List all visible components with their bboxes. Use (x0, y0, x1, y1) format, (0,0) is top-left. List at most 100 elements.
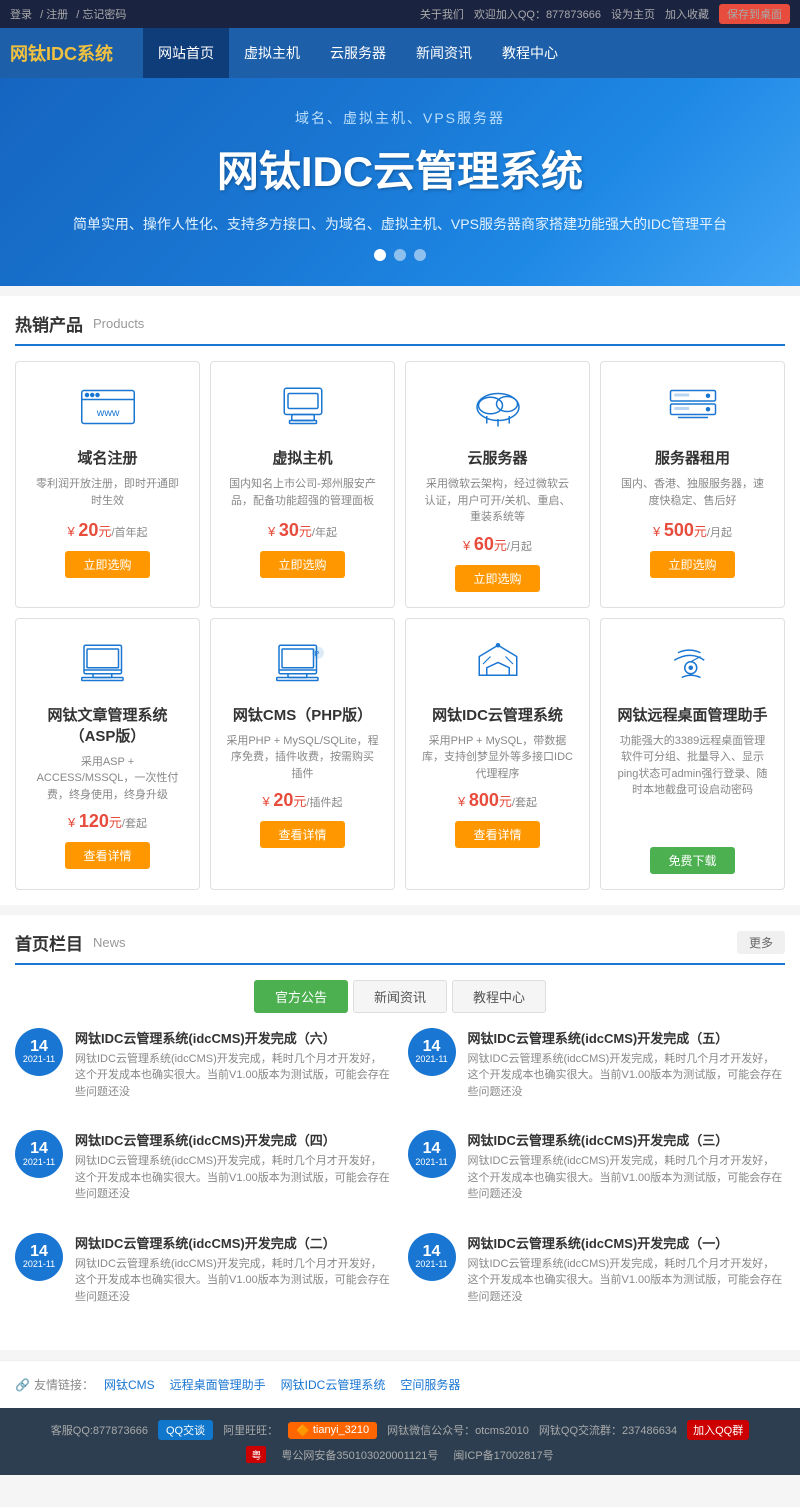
server-icon (658, 377, 728, 437)
qq-group-info: 网钛QQ交流群：237486634 (539, 1422, 677, 1438)
news-item-1: 14 2021-11 网钛IDC云管理系统(idcCMS)开发完成（六） 网钛I… (15, 1028, 393, 1101)
nav-home[interactable]: 网站首页 (143, 28, 229, 78)
cloud-buy-btn[interactable]: 立即选购 (455, 565, 539, 592)
hot-products-subtitle: Products (93, 316, 144, 331)
nav-tutorial[interactable]: 教程中心 (487, 28, 573, 78)
news-title-5[interactable]: 网钛IDC云管理系统(idcCMS)开发完成（二） (75, 1233, 393, 1252)
join-qq-text: 欢迎加入QQ：877873666 (474, 6, 601, 22)
join-qq-btn[interactable]: 加入QQ群 (687, 1420, 749, 1440)
friend-link-space[interactable]: 空间服务器 (400, 1376, 460, 1393)
save-desktop-link[interactable]: 保存到桌面 (719, 4, 790, 24)
tab-news[interactable]: 新闻资讯 (353, 980, 447, 1013)
product-idc-sys: 网钛IDC云管理系统 采用PHP + MySQL，带数据库，支持创梦显外等多接口… (405, 618, 590, 890)
news-title: 首页栏目 (15, 930, 83, 955)
top-bar: 登录 / 注册 / 忘记密码 关于我们 欢迎加入QQ：877873666 设为主… (0, 0, 800, 28)
cloud-name: 云服务器 (421, 447, 574, 468)
link-chain-icon: 🔗 (15, 1378, 30, 1392)
banner-subtitle: 域名、虚拟主机、VPS服务器 (20, 108, 780, 128)
news-yearmonth-6: 2021-11 (415, 1260, 447, 1270)
icp-shield-icon: 粤 (246, 1446, 266, 1463)
php-cms-detail-btn[interactable]: 查看详情 (260, 821, 344, 848)
friend-link-remote[interactable]: 远程桌面管理助手 (170, 1376, 266, 1393)
news-yearmonth-2: 2021-11 (415, 1055, 447, 1065)
news-day-1: 14 (30, 1038, 48, 1056)
aliyun-name[interactable]: 🔶 tianyi_3210 (288, 1422, 377, 1439)
idc-sys-detail-btn[interactable]: 查看详情 (455, 821, 539, 848)
bottom-bar: 客服QQ:877873666 QQ交谈 阿里旺旺： 🔶 tianyi_3210 … (0, 1408, 800, 1475)
news-item-4: 14 2021-11 网钛IDC云管理系统(idcCMS)开发完成（三） 网钛I… (408, 1130, 786, 1203)
icp2-text: 闽ICP备17002817号 (453, 1447, 553, 1463)
friend-link-idc[interactable]: 网钛IDC云管理系统 (281, 1376, 386, 1393)
server-buy-btn[interactable]: 立即选购 (650, 551, 734, 578)
products-row2: 网钛文章管理系统（ASP版） 采用ASP + ACCESS/MSSQL，一次性付… (15, 618, 785, 890)
php-cms-name: 网钛CMS（PHP版） (226, 704, 379, 725)
banner-dot-3[interactable] (414, 249, 426, 261)
svg-text:www: www (95, 407, 119, 419)
tab-tutorial[interactable]: 教程中心 (452, 980, 546, 1013)
news-excerpt-5: 网钛IDC云管理系统(idcCMS)开发完成，耗时几个月才开发好，这个开发成本也… (75, 1256, 393, 1306)
idc-sys-price: ¥ 800元/套起 (421, 790, 574, 811)
news-title-1[interactable]: 网钛IDC云管理系统(idcCMS)开发完成（六） (75, 1028, 393, 1047)
remote-free-btn[interactable]: 免费下载 (650, 847, 734, 874)
add-fav-link[interactable]: 加入收藏 (665, 6, 709, 22)
news-yearmonth-1: 2021-11 (23, 1055, 55, 1065)
news-excerpt-6: 网钛IDC云管理系统(idcCMS)开发完成，耗时几个月才开发好，这个开发成本也… (468, 1256, 786, 1306)
bottom-bar-row1: 客服QQ:877873666 QQ交谈 阿里旺旺： 🔶 tianyi_3210 … (10, 1420, 790, 1440)
hot-products-header: 热销产品 Products (15, 311, 785, 346)
nav-virtual-host[interactable]: 虚拟主机 (229, 28, 315, 78)
about-link[interactable]: 关于我们 (420, 6, 464, 22)
news-title-2[interactable]: 网钛IDC云管理系统(idcCMS)开发完成（五） (468, 1028, 786, 1047)
news-title-6[interactable]: 网钛IDC云管理系统(idcCMS)开发完成（一） (468, 1233, 786, 1252)
top-bar-left: 登录 / 注册 / 忘记密码 (10, 6, 131, 22)
banner-dot-1[interactable] (374, 249, 386, 261)
php-cms-desc: 采用PHP + MySQL/SQLite，程序免费，插件收费，按需购买插件 (226, 733, 379, 783)
svg-text:P: P (314, 648, 319, 657)
forgot-link[interactable]: 忘记密码 (82, 9, 126, 21)
product-domain: www 域名注册 零利润开放注册，即时开通即时生效 ¥ 20元/首年起 立即选购 (15, 361, 200, 608)
friend-link-cms[interactable]: 网钛CMS (104, 1376, 155, 1393)
footer-links: 🔗 友情链接： 网钛CMS 远程桌面管理助手 网钛IDC云管理系统 空间服务器 (0, 1360, 800, 1408)
tab-official[interactable]: 官方公告 (254, 980, 348, 1013)
product-vhost: 虚拟主机 国内知名上市公司-郑州服安产品，配备功能超强的管理面板 ¥ 30元/年… (210, 361, 395, 608)
news-content-6: 网钛IDC云管理系统(idcCMS)开发完成（一） 网钛IDC云管理系统(idc… (468, 1233, 786, 1306)
remote-name: 网钛远程桌面管理助手 (616, 704, 769, 725)
vhost-icon (268, 377, 338, 437)
news-yearmonth-3: 2021-11 (23, 1158, 55, 1168)
news-header: 首页栏目 News 更多 (15, 930, 785, 965)
remote-desc: 功能强大的3389远程桌面管理软件可分组、批量导入、显示ping状态可admin… (616, 733, 769, 799)
news-item-2: 14 2021-11 网钛IDC云管理系统(idcCMS)开发完成（五） 网钛I… (408, 1028, 786, 1101)
top-bar-right: 关于我们 欢迎加入QQ：877873666 设为主页 加入收藏 保存到桌面 (420, 4, 790, 24)
products-row1: www 域名注册 零利润开放注册，即时开通即时生效 ¥ 20元/首年起 立即选购 (15, 361, 785, 608)
set-home-link[interactable]: 设为主页 (611, 6, 655, 22)
server-desc: 国内、香港、独服服务器，速度快稳定、售后好 (616, 476, 769, 512)
asp-cms-detail-btn[interactable]: 查看详情 (65, 842, 149, 869)
news-title-3[interactable]: 网钛IDC云管理系统(idcCMS)开发完成（四） (75, 1130, 393, 1149)
login-link[interactable]: 登录 (10, 9, 32, 21)
news-date-4: 14 2021-11 (408, 1130, 456, 1178)
aliyun-label: 阿里旺旺： (223, 1422, 278, 1438)
hot-products-section: 热销产品 Products www 域名注册 零利润开放注册，即时开通即时生效 … (0, 296, 800, 905)
register-link[interactable]: 注册 (46, 9, 68, 21)
news-yearmonth-4: 2021-11 (415, 1158, 447, 1168)
domain-price: ¥ 20元/首年起 (31, 520, 184, 541)
news-excerpt-1: 网钛IDC云管理系统(idcCMS)开发完成，耗时几个月才开发好，这个开发成本也… (75, 1051, 393, 1101)
logo: 网钛IDC系统 (10, 40, 113, 66)
nav-cloud-server[interactable]: 云服务器 (315, 28, 401, 78)
footer-links-label: 🔗 友情链接： (15, 1376, 94, 1393)
nav-news[interactable]: 新闻资讯 (401, 28, 487, 78)
vhost-desc: 国内知名上市公司-郑州服安产品，配备功能超强的管理面板 (226, 476, 379, 512)
server-price: ¥ 500元/月起 (616, 520, 769, 541)
remote-price (616, 807, 769, 837)
server-name: 服务器租用 (616, 447, 769, 468)
news-more-btn[interactable]: 更多 (737, 931, 785, 954)
idc-sys-desc: 采用PHP + MySQL，带数据库，支持创梦显外等多接口IDC代理程序 (421, 733, 574, 783)
news-date-6: 14 2021-11 (408, 1233, 456, 1281)
qq-chat-btn[interactable]: QQ交谈 (158, 1420, 213, 1440)
news-title-4[interactable]: 网钛IDC云管理系统(idcCMS)开发完成（三） (468, 1130, 786, 1149)
cloud-desc: 采用微软云架构，经过微软云认证，用户可开/关机、重启、重装系统等 (421, 476, 574, 526)
news-content-4: 网钛IDC云管理系统(idcCMS)开发完成（三） 网钛IDC云管理系统(idc… (468, 1130, 786, 1203)
product-server: 服务器租用 国内、香港、独服服务器，速度快稳定、售后好 ¥ 500元/月起 立即… (600, 361, 785, 608)
vhost-buy-btn[interactable]: 立即选购 (260, 551, 344, 578)
banner-dot-2[interactable] (394, 249, 406, 261)
domain-buy-btn[interactable]: 立即选购 (65, 551, 149, 578)
